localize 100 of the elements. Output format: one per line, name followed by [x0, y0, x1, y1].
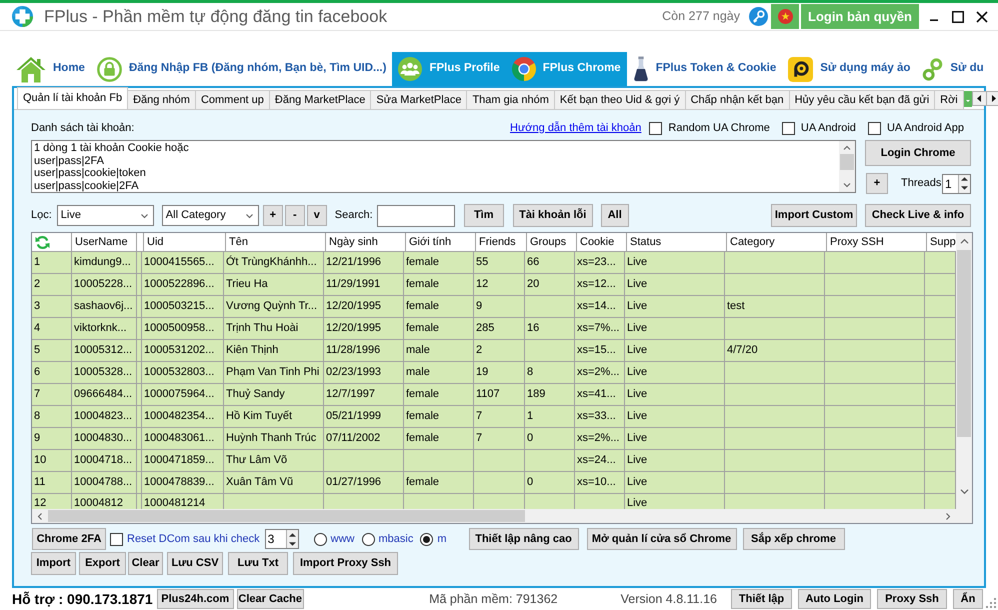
table-cell: Live [625, 406, 725, 428]
radio-label: mbasic [378, 532, 414, 547]
chevron-down-icon[interactable] [244, 212, 254, 218]
resize-grip-icon[interactable] [986, 598, 996, 608]
table-cell: 1000482354... [142, 406, 224, 428]
scroll-up-icon[interactable] [843, 145, 851, 151]
status-select[interactable]: Live [56, 205, 154, 226]
check-live-button[interactable]: Check Live & info [865, 204, 971, 227]
tab[interactable]: Đăng MarketPlace [270, 90, 372, 109]
arrange-chrome-button[interactable]: Sắp xếp chrome [742, 528, 845, 550]
proxy-ssh-button[interactable]: Proxy Ssh [877, 589, 947, 609]
tab[interactable]: Sửa MarketPlace [371, 90, 468, 109]
table-cell: 285 [474, 318, 525, 340]
table-cell: 09666484... [72, 384, 137, 406]
license-days: Còn 277 ngày [662, 7, 740, 26]
row-number-cell: 10 [32, 450, 72, 472]
tab[interactable]: Hủy yêu cầu kết bạn đã gửi [790, 90, 936, 109]
chrome-windows-button[interactable]: Mở quản lí cửa sổ Chrome [586, 528, 737, 550]
maximize-icon[interactable] [952, 10, 964, 22]
refresh-icon[interactable] [35, 234, 50, 250]
settings-button[interactable]: Thiết lập [731, 589, 792, 609]
remove-category-button[interactable]: - [284, 205, 305, 226]
export-button[interactable]: Export [79, 552, 126, 575]
checkbox[interactable] [868, 122, 881, 134]
checkbox[interactable] [649, 122, 662, 134]
spin-up-icon[interactable] [288, 532, 296, 536]
vertical-scrollbar[interactable] [956, 233, 972, 509]
all-button[interactable]: All [600, 204, 629, 227]
scroll-right-icon[interactable] [945, 512, 951, 520]
scroll-down-icon[interactable] [960, 488, 968, 495]
row-number-cell: 11 [32, 472, 72, 494]
vertical-scrollbar[interactable] [839, 141, 855, 192]
auto-login-button[interactable]: Auto Login [798, 589, 871, 609]
tab-scroll-left-button[interactable] [972, 91, 987, 106]
tab[interactable]: Đăng nhóm [128, 90, 196, 109]
toolbar-item[interactable]: Đăng Nhập FB (Đăng nhóm, Bạn bè, Tìm UID...) [90, 52, 392, 86]
save-txt-button[interactable]: Lưu Txt [228, 552, 288, 575]
hide-button[interactable]: Ẩn [953, 589, 983, 609]
find-button[interactable]: Tìm [464, 204, 504, 227]
language-button[interactable] [771, 4, 799, 29]
toolbar-item[interactable]: Sử du [916, 52, 990, 86]
checkbox[interactable] [110, 532, 123, 546]
spin-down-icon[interactable] [961, 186, 968, 190]
tab[interactable]: Chấp nhận kết bạn [686, 90, 790, 109]
radio-button[interactable] [420, 532, 434, 546]
ring-tile-icon [788, 56, 814, 82]
table-cell: 05/21/1999 [324, 406, 404, 428]
import-button[interactable]: Import [31, 552, 76, 575]
tab-scroll-right-button[interactable] [986, 91, 998, 106]
scroll-up-icon[interactable] [960, 238, 968, 245]
category-select[interactable]: All Category [162, 205, 259, 226]
table-cell: 01/27/1996 [324, 472, 404, 494]
spin-down-icon[interactable] [288, 542, 296, 546]
table-cell: Phạm Van Tinh Phi [224, 362, 324, 384]
row-number-cell: 2 [32, 274, 72, 296]
spin-up-icon[interactable] [961, 177, 968, 181]
table-cell: 10004788... [72, 472, 137, 494]
toolbar-item[interactable]: Home [10, 52, 91, 86]
table-cell: Live [625, 450, 725, 472]
advanced-settings-button[interactable]: Thiết lập nâng cao [468, 528, 579, 550]
tab[interactable]: Comment up [196, 90, 270, 109]
close-icon[interactable] [976, 10, 988, 22]
toolbar-item[interactable]: FPlus Token & Cookie [626, 52, 782, 86]
table-cell: Live [625, 472, 725, 494]
scroll-down-icon[interactable] [843, 182, 851, 188]
category-menu-button[interactable]: v [306, 205, 327, 226]
search-field[interactable] [376, 204, 455, 226]
save-csv-button[interactable]: Lưu CSV [167, 552, 223, 575]
import-proxy-button[interactable]: Import Proxy Ssh [293, 552, 398, 575]
row-number-cell: 9 [32, 428, 72, 450]
scrollbar-thumb[interactable] [48, 510, 525, 522]
website-button[interactable]: Plus24h.com [156, 589, 234, 609]
error-accounts-button[interactable]: Tài khoản lỗi [512, 204, 593, 227]
toolbar-item[interactable]: Sử dụng máy ảo [782, 52, 916, 86]
threads-spinner[interactable]: 1 [942, 174, 971, 194]
tab[interactable]: Rời [935, 90, 964, 109]
key-icon[interactable] [749, 7, 768, 26]
table-cell: sashaov6j... [72, 296, 137, 318]
clear-cache-button[interactable]: Clear Cache [236, 589, 304, 609]
clear-button[interactable]: Clear [128, 552, 163, 575]
accounts-textarea[interactable]: 1 dòng 1 tài khoản Cookie hoặc user|pass|2FA user|pass|cookie|token user|pass|cookie|2FA [31, 140, 856, 193]
tab[interactable]: Tham gia nhóm [467, 90, 555, 109]
help-link[interactable]: Hướng dẫn thêm tài khoản [510, 120, 642, 136]
chrome-2fa-button[interactable]: Chrome 2FA [32, 528, 106, 550]
add-thread-button[interactable]: + [866, 173, 888, 194]
table-cell: 2 [474, 340, 525, 362]
add-category-button[interactable]: + [262, 205, 283, 226]
scroll-left-icon[interactable] [37, 512, 43, 520]
chevron-down-icon[interactable] [140, 212, 149, 218]
tab[interactable]: Quản lí tài khoản Fb [17, 87, 128, 109]
checkbox[interactable] [782, 122, 795, 134]
radio-button[interactable] [314, 532, 327, 546]
login-chrome-button[interactable]: Login Chrome [865, 140, 971, 166]
scrollbar-thumb[interactable] [840, 154, 854, 170]
horizontal-scrollbar[interactable] [32, 509, 956, 523]
import-custom-button[interactable]: Import Custom [771, 204, 857, 227]
scrollbar-thumb[interactable] [957, 250, 971, 437]
dcom-spinner[interactable]: 3 [264, 529, 299, 549]
tab[interactable]: Kết bạn theo Uid & gợi ý [554, 90, 686, 109]
radio-button[interactable] [362, 532, 375, 546]
